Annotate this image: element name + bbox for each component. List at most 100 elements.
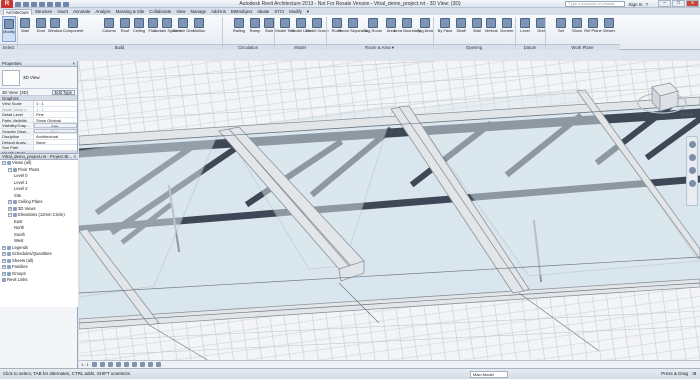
expand-toggle-icon[interactable]: − <box>8 213 12 218</box>
property-value[interactable]: Architectural <box>34 134 77 139</box>
show-crop-icon[interactable] <box>131 362 137 367</box>
property-value[interactable]: Fine <box>34 112 77 117</box>
ribbon-button-railing[interactable]: Railing <box>232 16 246 42</box>
set-workplane-icon <box>556 18 566 28</box>
zoom-icon[interactable] <box>688 167 696 174</box>
ribbon-button-tag-area[interactable]: Tag Area <box>417 16 433 42</box>
steering-wheel-icon[interactable] <box>688 141 696 148</box>
close-button[interactable]: x <box>686 0 699 7</box>
panel-label: Opening <box>433 44 515 50</box>
property-value[interactable] <box>34 145 77 150</box>
ribbon-button-label: Set <box>557 28 564 33</box>
ref-plane-icon <box>588 18 598 28</box>
reveal-hidden-icon[interactable] <box>155 362 161 367</box>
press-drag-toggle[interactable]: Press & Drag <box>661 369 688 379</box>
ribbon-button-roof[interactable]: Roof <box>118 16 132 42</box>
ribbon-button-label: Show <box>571 28 582 33</box>
expand-toggle-icon[interactable]: + <box>8 206 12 211</box>
area-boundary-icon <box>402 18 412 28</box>
ribbon-button-room-separator[interactable]: Room Separator <box>338 16 368 42</box>
door-icon <box>36 18 46 28</box>
ribbon-button-wall[interactable]: Wall <box>18 16 32 42</box>
floor-icon <box>148 18 158 28</box>
ribbon-button-wall[interactable]: Wall <box>470 16 484 42</box>
active-model-selector[interactable]: Main Model <box>470 371 508 378</box>
ribbon-button-model-text[interactable]: Model Text <box>275 16 295 42</box>
detail-level-icon[interactable] <box>91 362 97 367</box>
column-icon <box>104 18 114 28</box>
ribbon-button-label: Ceiling <box>132 28 146 33</box>
ribbon-button-vertical[interactable]: Vertical <box>484 16 498 42</box>
skylight-3d-model[interactable] <box>79 61 700 368</box>
curtain-system-icon <box>162 18 172 28</box>
expand-toggle-icon[interactable]: + <box>2 258 6 263</box>
cursor-arrow-icon <box>4 19 14 29</box>
ribbon-button-label: Stair <box>264 28 274 33</box>
property-value[interactable]: None <box>34 139 77 144</box>
ribbon-button-column[interactable]: Column <box>102 16 116 42</box>
ribbon-button-area-boundary[interactable]: Area Boundary <box>394 16 420 42</box>
instance-filter[interactable]: 3D View: {3D} Edit Type <box>0 89 77 96</box>
ribbon-button-dormer[interactable]: Dormer <box>500 16 514 42</box>
ribbon-button-by-face[interactable]: By Face <box>438 16 452 42</box>
tree-item[interactable]: Revit Links <box>0 277 78 284</box>
ribbon-button-ramp[interactable]: Ramp <box>248 16 262 42</box>
selection-filter[interactable]: :0 <box>692 369 696 379</box>
expand-toggle-icon[interactable]: + <box>2 245 6 250</box>
properties-header: Properties × <box>0 61 77 67</box>
property-value[interactable]: Edit... <box>34 123 77 128</box>
ribbon-button-mullion[interactable]: Mullion <box>192 16 206 42</box>
panel-separator <box>222 17 223 49</box>
pan-icon[interactable] <box>688 154 696 161</box>
ribbon-button-label: Tag Room <box>363 28 383 33</box>
ribbon-button-ceiling[interactable]: Ceiling <box>132 16 146 42</box>
folder-icon <box>13 167 17 172</box>
visual-style-icon[interactable] <box>99 362 105 367</box>
project-browser-title: Vitral_demo_project.rvt - Project Br... <box>2 154 73 159</box>
ribbon-button-shaft[interactable]: Shaft <box>454 16 468 42</box>
ribbon-button-viewer[interactable]: Viewer <box>602 16 616 42</box>
sign-in-button[interactable]: Sign In <box>628 2 642 7</box>
edit-type-button[interactable]: Edit Type <box>51 89 75 95</box>
property-value[interactable]: 1 : 1 <box>34 101 77 106</box>
close-icon[interactable]: × <box>73 154 76 160</box>
expand-toggle-icon[interactable]: + <box>2 252 6 257</box>
ribbon-button-tag-room[interactable]: Tag Room <box>363 16 383 42</box>
expand-toggle-icon[interactable]: + <box>8 200 12 205</box>
shadows-icon[interactable] <box>115 362 121 367</box>
3d-viewport[interactable]: BACK <box>79 61 700 368</box>
ribbon-button-label: Wall <box>473 28 481 33</box>
ribbon-button-ref-plane[interactable]: Ref Plane <box>584 16 602 42</box>
expand-toggle-icon[interactable]: + <box>2 265 6 270</box>
expand-toggle-icon[interactable]: − <box>8 167 12 172</box>
orbit-icon[interactable] <box>688 180 696 187</box>
crop-view-icon[interactable] <box>123 362 129 367</box>
temporary-hide-icon[interactable] <box>147 362 153 367</box>
ribbon-button-set[interactable]: Set <box>554 16 568 42</box>
viewcube[interactable]: BACK <box>636 69 693 121</box>
ribbon-button-model-group[interactable]: Model Group <box>305 16 329 42</box>
property-value[interactable]: Show Original <box>34 117 77 122</box>
property-value[interactable]: Edit... <box>34 128 77 133</box>
maximize-button[interactable]: □ <box>672 0 685 7</box>
project-browser-tree: − Views (all) − Floor Plans Level 0 Level 1 Le… <box>0 160 78 284</box>
search-input[interactable]: Type a keyword or phrase <box>565 1 626 7</box>
type-selector[interactable]: 3D View <box>0 67 77 89</box>
minimize-button[interactable]: – <box>658 0 671 7</box>
expand-toggle-icon[interactable]: − <box>2 161 6 166</box>
ribbon-button-modify[interactable]: Modify <box>2 16 16 42</box>
ribbon-button-door[interactable]: Door <box>34 16 48 42</box>
expand-toggle-icon[interactable]: + <box>2 271 6 276</box>
sun-path-icon[interactable] <box>107 362 113 367</box>
ribbon-button-curtain-grid[interactable]: Curtain Grid <box>172 16 194 42</box>
view-scale[interactable]: 1 : 1 <box>81 362 89 367</box>
help-button[interactable]: ? <box>645 2 648 7</box>
project-browser-header: Vitral_demo_project.rvt - Project Br... … <box>0 154 78 160</box>
ribbon-button-window[interactable]: Window <box>48 16 62 42</box>
close-icon[interactable]: × <box>72 61 75 67</box>
ribbon-button-level[interactable]: Level <box>518 16 532 42</box>
ribbon-button-component[interactable]: Component <box>63 16 83 42</box>
lock-view-icon[interactable] <box>139 362 145 367</box>
ribbon-button-show[interactable]: Show <box>570 16 584 42</box>
ribbon-button-label: Modify <box>3 29 15 34</box>
